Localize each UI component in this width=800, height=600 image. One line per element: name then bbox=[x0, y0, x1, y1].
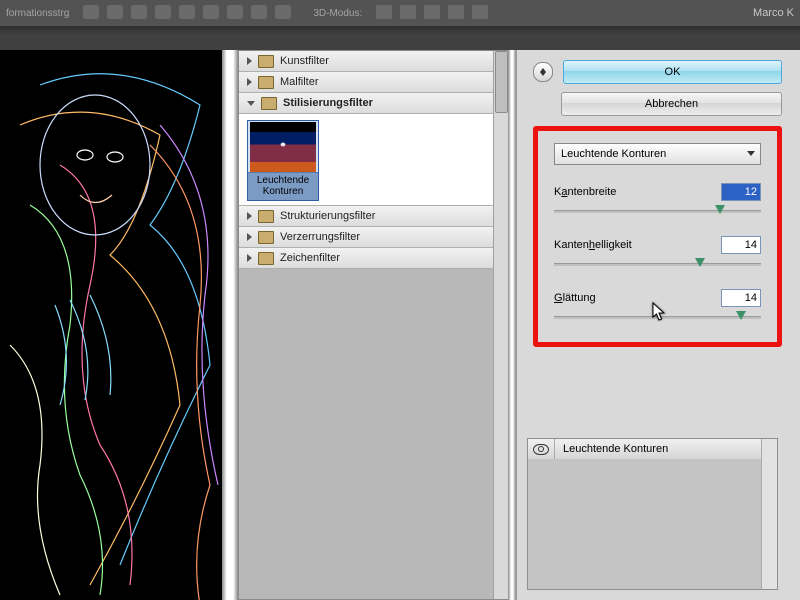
menubar-right-label: Marco K bbox=[753, 7, 794, 19]
toolbar-icon[interactable] bbox=[472, 5, 488, 19]
app-menubar: formationsstrg 3D-Modus: Marco K bbox=[0, 0, 800, 27]
slider-value-input[interactable]: 14 bbox=[721, 289, 761, 307]
filter-tree-panel: Kunstfilter Malfilter Stilisierungsfilte… bbox=[238, 50, 510, 600]
slider-label: Glättung bbox=[554, 292, 596, 304]
slider-value-input[interactable]: 12 bbox=[721, 183, 761, 201]
filter-thumbnail-image bbox=[250, 122, 316, 172]
disclosure-triangle-icon bbox=[247, 57, 252, 65]
effect-layer-row[interactable]: Leuchtende Konturen bbox=[528, 439, 777, 460]
disclosure-triangle-icon bbox=[247, 101, 255, 106]
tree-item-stilisierungsfilter[interactable]: Stilisierungsfilter bbox=[239, 93, 494, 114]
toolbar-icon-group bbox=[83, 5, 299, 22]
panel-gap bbox=[222, 50, 238, 600]
filter-settings-panel: OK Abbrechen Leuchtende Konturen Kantenb… bbox=[516, 50, 800, 600]
folder-icon bbox=[258, 252, 274, 265]
toolbar-icon[interactable] bbox=[376, 5, 392, 19]
slider-knob[interactable] bbox=[715, 205, 725, 214]
slider-value-input[interactable]: 14 bbox=[721, 236, 761, 254]
toolbar-icon[interactable] bbox=[131, 5, 147, 19]
slider-knob[interactable] bbox=[695, 258, 705, 267]
menubar-left-label: formationsstrg bbox=[6, 8, 69, 19]
effect-layer-title: Leuchtende Konturen bbox=[555, 443, 668, 455]
tree-item-label: Verzerrungsfilter bbox=[280, 227, 360, 247]
toolbar-icon[interactable] bbox=[251, 5, 267, 19]
slider-label: Kantenbreite bbox=[554, 186, 616, 198]
toolbar-icon[interactable] bbox=[227, 5, 243, 19]
tree-item-label: Stilisierungsfilter bbox=[283, 93, 373, 113]
visibility-toggle[interactable] bbox=[528, 439, 555, 459]
button-label: OK bbox=[665, 66, 681, 78]
filter-thumbnail-area: Leuchtende Konturen bbox=[239, 114, 494, 206]
toolbar-icon[interactable] bbox=[203, 5, 219, 19]
folder-icon bbox=[258, 210, 274, 223]
tree-item-malfilter[interactable]: Malfilter bbox=[239, 72, 494, 93]
mode-label: 3D-Modus: bbox=[313, 8, 362, 19]
slider-knob[interactable] bbox=[736, 311, 746, 320]
menubar-shadow bbox=[0, 26, 800, 34]
tree-item-label: Malfilter bbox=[280, 72, 319, 92]
caption-line: Leuchtende bbox=[248, 175, 318, 186]
slider-group: Glättung 14 bbox=[554, 289, 761, 324]
tree-item-kunstfilter[interactable]: Kunstfilter bbox=[239, 51, 494, 72]
effect-layers-body bbox=[528, 459, 762, 589]
disclosure-triangle-icon bbox=[247, 212, 252, 220]
eye-icon bbox=[533, 444, 549, 455]
layers-scrollbar[interactable] bbox=[761, 439, 777, 589]
disclosure-triangle-icon bbox=[247, 78, 252, 86]
preview-canvas bbox=[0, 50, 222, 600]
slider-label: Kantenhelligkeit bbox=[554, 239, 632, 251]
folder-icon bbox=[258, 231, 274, 244]
tree-item-label: Strukturierungsfilter bbox=[280, 206, 375, 226]
disclosure-triangle-icon bbox=[247, 233, 252, 241]
dropdown-value: Leuchtende Konturen bbox=[561, 148, 666, 160]
cancel-button[interactable]: Abbrechen bbox=[561, 92, 782, 116]
panel-gap bbox=[508, 50, 516, 600]
slider-track[interactable] bbox=[554, 310, 761, 324]
image-preview-pane[interactable] bbox=[0, 50, 225, 600]
scrollbar-thumb[interactable] bbox=[495, 51, 508, 113]
filter-thumbnail-leuchtende-konturen[interactable]: Leuchtende Konturen bbox=[247, 120, 319, 201]
slider-track[interactable] bbox=[554, 204, 761, 218]
toolbar-icon[interactable] bbox=[179, 5, 195, 19]
toolbar-icon[interactable] bbox=[155, 5, 171, 19]
slider-group: Kantenhelligkeit 14 bbox=[554, 236, 761, 271]
button-label: Abbrechen bbox=[645, 98, 698, 110]
chevron-down-icon bbox=[747, 151, 755, 156]
slider-group: Kantenbreite 12 bbox=[554, 183, 761, 218]
collapse-button[interactable] bbox=[533, 62, 553, 82]
tree-item-label: Zeichenfilter bbox=[280, 248, 340, 268]
chevron-down-icon bbox=[540, 72, 546, 76]
ok-button[interactable]: OK bbox=[563, 60, 782, 84]
folder-icon bbox=[258, 55, 274, 68]
toolbar-icon[interactable] bbox=[83, 5, 99, 19]
tree-item-verzerrungsfilter[interactable]: Verzerrungsfilter bbox=[239, 227, 494, 248]
tree-scrollbar[interactable] bbox=[493, 51, 509, 599]
slider-line bbox=[554, 263, 761, 266]
toolbar-icon[interactable] bbox=[107, 5, 123, 19]
toolbar-icon[interactable] bbox=[400, 5, 416, 19]
settings-highlight-box: Leuchtende Konturen Kantenbreite12Kanten… bbox=[533, 126, 782, 347]
folder-icon bbox=[261, 97, 277, 110]
tree-item-label: Kunstfilter bbox=[280, 51, 329, 71]
slider-track[interactable] bbox=[554, 257, 761, 271]
folder-icon bbox=[258, 76, 274, 89]
filter-thumbnail-caption: Leuchtende Konturen bbox=[248, 172, 318, 200]
slider-line bbox=[554, 316, 761, 319]
caption-line: Konturen bbox=[248, 186, 318, 197]
toolbar-icon[interactable] bbox=[275, 5, 291, 19]
chevron-up-icon bbox=[540, 68, 546, 72]
filter-preset-dropdown[interactable]: Leuchtende Konturen bbox=[554, 143, 761, 165]
toolbar-icon[interactable] bbox=[448, 5, 464, 19]
filter-tree-list: Kunstfilter Malfilter Stilisierungsfilte… bbox=[239, 51, 494, 269]
toolbar-icon-group-2 bbox=[376, 5, 496, 22]
toolbar-icon[interactable] bbox=[424, 5, 440, 19]
effect-layers-panel: Leuchtende Konturen bbox=[527, 438, 778, 590]
disclosure-triangle-icon bbox=[247, 254, 252, 262]
tree-item-zeichenfilter[interactable]: Zeichenfilter bbox=[239, 248, 494, 269]
app-root: formationsstrg 3D-Modus: Marco K bbox=[0, 0, 800, 600]
tree-item-strukturierungsfilter[interactable]: Strukturierungsfilter bbox=[239, 206, 494, 227]
slider-line bbox=[554, 210, 761, 213]
